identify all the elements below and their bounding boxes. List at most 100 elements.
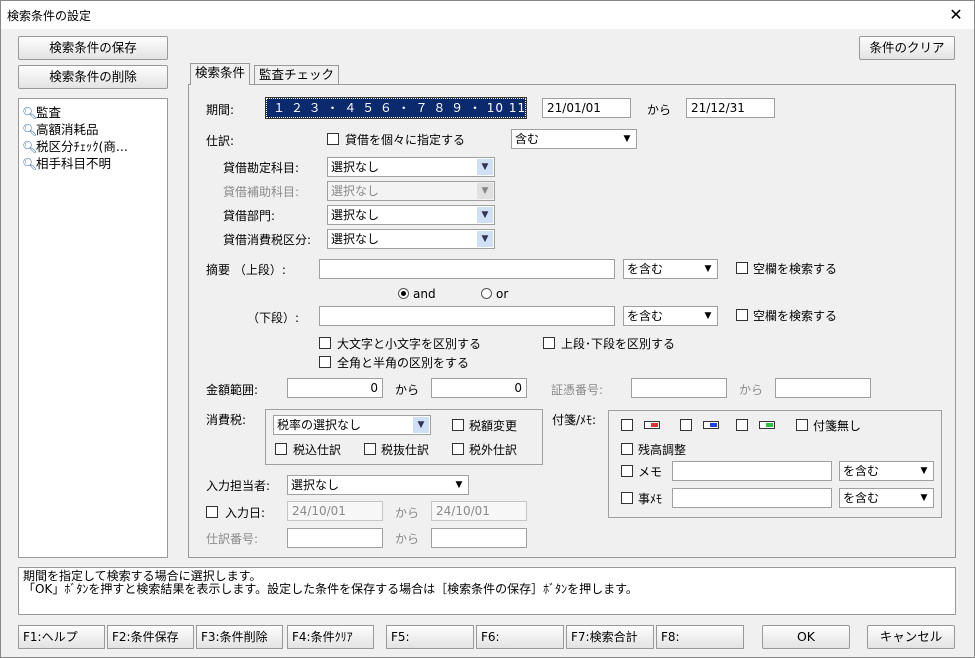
tab-search-conditions[interactable]: 検索条件 [190,63,251,85]
save-condition-button[interactable]: 検索条件の保存 [18,36,168,60]
journal-number-to-input[interactable] [431,528,527,548]
search-icon: 🔍︎ [22,157,38,171]
dialog-window: 検索条件の設定 ✕ 検索条件の保存 検索条件の削除 🔍︎監査 🔍︎高額消耗品 🔍… [0,0,975,658]
search-icon: 🔍︎ [22,106,38,120]
memo-label: メモ [638,465,663,479]
office-memo-mode-value: を含む [843,491,880,505]
chevron-down-icon: ▼ [623,134,631,144]
period-from-input[interactable]: 21/01/01 [542,98,631,118]
entry-person-label: 入力担当者: [206,479,271,493]
period-month-selector[interactable]: １ ２ ３ ・ ４ ５ ６ ・ ７ ８ ９ ・ 10 11 12 決 [265,97,527,119]
individual-checkbox[interactable] [327,133,339,145]
amount-to-label: から [395,383,420,397]
lower-blank-checkbox[interactable] [736,309,748,321]
voucher-label: 証憑番号: [551,383,604,397]
subaccount-label: 貸借補助科目: [223,185,300,199]
f5-button[interactable]: F5: [386,625,474,649]
delete-condition-button[interactable]: 検索条件の削除 [18,65,168,89]
tax-outside-checkbox[interactable] [452,443,464,455]
or-radio[interactable] [481,288,492,299]
chevron-down-icon: ▼ [704,311,712,321]
f7-search-total-button[interactable]: F7:検索合計 [566,625,654,649]
list-item-label: 税区分ﾁｪｯｸ(商... [36,139,128,154]
account-value: 選択なし [331,160,380,174]
tag-blue-checkbox[interactable] [680,419,692,431]
summary-lower-mode-select[interactable]: を含む ▼ [623,306,718,326]
memo-checkbox[interactable] [621,465,633,477]
no-tag-label: 付箋無し [813,419,862,433]
case-checkbox[interactable] [319,337,331,349]
upper-lower-checkbox[interactable] [543,337,555,349]
chevron-down-icon: ▼ [477,207,493,223]
width-checkbox[interactable] [319,356,331,368]
red-tag-icon [644,421,660,429]
chevron-down-icon: ▼ [477,159,493,175]
summary-upper-input[interactable] [319,259,615,279]
entry-date-to-input: 24/10/01 [431,501,527,521]
period-to-input[interactable]: 21/12/31 [686,98,775,118]
tax-incl-checkbox[interactable] [275,443,287,455]
or-label: or [496,287,509,301]
journal-mode-select[interactable]: 含む ▼ [511,129,637,149]
tax-amount-change-checkbox[interactable] [452,419,464,431]
balance-adjust-checkbox[interactable] [621,443,633,455]
tag-green-checkbox[interactable] [736,419,748,431]
cancel-button[interactable]: キャンセル [867,625,955,649]
tax-category-select[interactable]: 選択なし ▼ [327,229,495,249]
office-memo-checkbox[interactable] [621,492,633,504]
consumption-tax-label: 消費税: [206,413,247,427]
amount-from-input[interactable]: 0 [287,378,383,398]
memo-input[interactable] [672,461,832,481]
clear-condition-button[interactable]: 条件のクリア [859,36,955,60]
ok-button[interactable]: OK [762,625,850,649]
f1-help-button[interactable]: F1:ヘルプ [18,625,105,649]
no-tag-checkbox[interactable] [796,419,808,431]
f4-clear-button[interactable]: F4:条件ｸﾘｱ [287,625,374,649]
saved-conditions-list[interactable]: 🔍︎監査 🔍︎高額消耗品 🔍︎税区分ﾁｪｯｸ(商... 🔍︎相手科目不明 [18,98,168,558]
period-label: 期間: [206,103,235,117]
f8-button[interactable]: F8: [656,625,744,649]
green-tag-icon [759,421,775,429]
and-radio[interactable] [398,288,409,299]
upper-blank-checkbox[interactable] [736,262,748,274]
search-icon: 🔍︎ [22,123,38,137]
width-label: 全角と半角の区別をする [337,356,470,370]
f3-delete-button[interactable]: F3:条件削除 [196,625,283,649]
tab-audit-check[interactable]: 監査チェック [254,65,340,85]
memo-mode-select[interactable]: を含む ▼ [839,461,934,481]
voucher-from-input[interactable] [631,378,727,398]
entry-date-checkbox[interactable] [206,506,218,518]
summary-upper-mode-select[interactable]: を含む ▼ [623,259,718,279]
and-label: and [413,287,436,301]
tax-rate-select[interactable]: 税率の選択なし ▼ [273,415,431,435]
account-select[interactable]: 選択なし ▼ [327,157,495,177]
voucher-to-label: から [739,383,764,397]
chevron-down-icon: ▼ [413,417,429,433]
list-item[interactable]: 🔍︎相手科目不明 [22,153,162,172]
journal-number-from-input[interactable] [287,528,383,548]
list-item-label: 相手科目不明 [36,156,112,171]
tax-excl-checkbox[interactable] [364,443,376,455]
journal-number-label: 仕訳番号: [206,532,259,546]
chevron-down-icon: ▼ [920,493,928,503]
summary-lower-input[interactable] [319,306,615,326]
journal-mode-value: 含む [515,132,540,146]
subaccount-select: 選択なし ▼ [327,181,495,201]
window-title: 検索条件の設定 [7,9,92,23]
period-to-label: から [647,103,672,117]
office-memo-input[interactable] [672,488,832,508]
dept-select[interactable]: 選択なし ▼ [327,205,495,225]
f6-button[interactable]: F6: [476,625,564,649]
entry-date-from-input: 24/10/01 [287,501,383,521]
office-memo-label: 事ﾒﾓ [638,492,663,506]
f2-save-button[interactable]: F2:条件保存 [107,625,194,649]
status-line-2: 「OK」ﾎﾞﾀﾝを押すと検索結果を表示します。設定した条件を保存する場合は［検索… [23,582,638,596]
tag-red-checkbox[interactable] [621,419,633,431]
office-memo-mode-select[interactable]: を含む ▼ [839,488,934,508]
entry-person-select[interactable]: 選択なし ▼ [287,475,469,495]
amount-to-input[interactable]: 0 [431,378,527,398]
subaccount-value: 選択なし [331,184,380,198]
voucher-to-input[interactable] [775,378,871,398]
close-icon[interactable]: ✕ [944,3,968,27]
dept-value: 選択なし [331,208,380,222]
